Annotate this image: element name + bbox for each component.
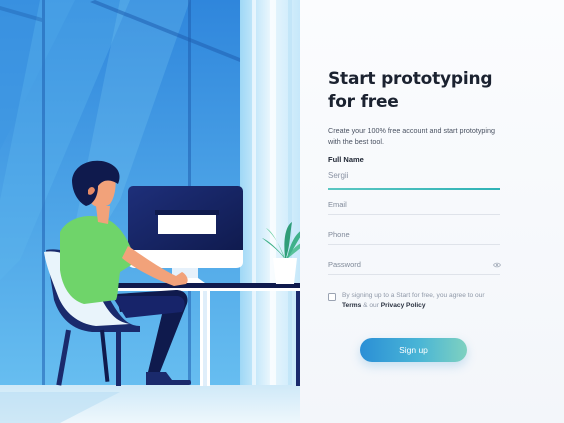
full-name-input[interactable] — [328, 168, 500, 182]
phone-underline — [328, 244, 500, 245]
terms-prefix: By signing up to a Start for free, you a… — [342, 292, 485, 299]
email-underline — [328, 214, 500, 215]
eye-icon[interactable] — [493, 262, 501, 268]
phone-field — [328, 228, 500, 245]
page-subtitle: Create your 100% free account and start … — [328, 125, 528, 147]
subtitle-line-1: Create your 100% free account and start … — [328, 126, 496, 135]
phone-input[interactable] — [328, 228, 500, 241]
title-line-2: for free — [328, 92, 399, 112]
full-name-label: Full Name — [328, 155, 364, 164]
password-input[interactable] — [328, 258, 500, 271]
sign-up-button[interactable]: Sign up — [360, 338, 467, 362]
page-title: Start prototyping for free — [328, 68, 548, 114]
password-underline — [328, 274, 500, 275]
terms-consent: By signing up to a Start for free, you a… — [328, 291, 518, 311]
email-input[interactable] — [328, 198, 500, 211]
full-name-field: Full Name — [328, 155, 500, 190]
terms-and: & our — [363, 302, 379, 309]
email-field — [328, 198, 500, 215]
terms-checkbox[interactable] — [328, 293, 336, 301]
terms-text: By signing up to a Start for free, you a… — [342, 291, 485, 311]
privacy-policy-link[interactable]: Privacy Policy — [381, 302, 426, 309]
hero-illustration — [0, 0, 310, 423]
full-name-underline — [328, 188, 500, 190]
title-line-1: Start prototyping — [328, 69, 493, 89]
workspace-illustration — [0, 0, 310, 423]
terms-link[interactable]: Terms — [342, 302, 361, 309]
password-field — [328, 258, 500, 275]
subtitle-line-2: with the best tool. — [328, 137, 384, 146]
